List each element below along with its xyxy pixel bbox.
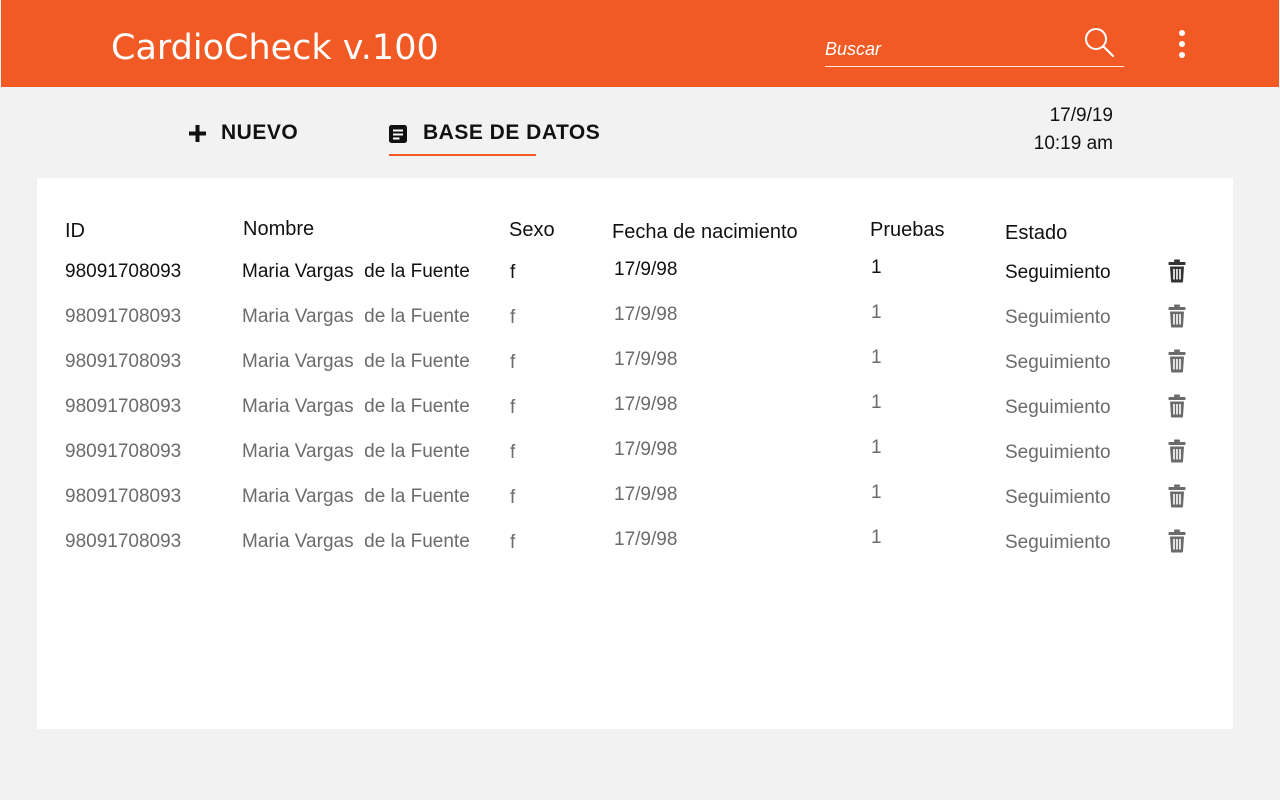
cell-id: 98091708093 — [65, 351, 182, 372]
cell-name: Maria Vargas de la Fuente — [242, 306, 470, 327]
cell-sex: f — [510, 397, 516, 418]
cell-birthdate: 17/9/98 — [614, 439, 678, 460]
column-header-name: Nombre — [243, 218, 315, 240]
table-row[interactable]: 98091708093 Maria Vargas de la Fuente f 17/… — [37, 527, 1233, 574]
cell-id: 98091708093 — [65, 486, 182, 507]
trash-icon[interactable] — [1168, 439, 1186, 463]
active-tab-indicator — [389, 154, 536, 156]
cell-status: Seguimiento — [1005, 532, 1111, 553]
cell-status: Seguimiento — [1005, 307, 1111, 328]
datetime: 17/9/19 10:19 am — [1034, 102, 1113, 158]
cell-birthdate: 17/9/98 — [614, 484, 678, 505]
plus-icon — [189, 125, 206, 142]
table-row[interactable]: 98091708093 Maria Vargas de la Fuente f 17/… — [37, 302, 1233, 349]
column-header-status: Estado — [1005, 222, 1068, 244]
search-input[interactable] — [825, 36, 1075, 62]
cell-sex: f — [510, 487, 516, 508]
cell-sex: f — [510, 307, 516, 328]
trash-icon[interactable] — [1168, 394, 1186, 418]
app-title: CardioCheck v.100 — [111, 28, 439, 68]
cell-id: 98091708093 — [65, 531, 182, 552]
more-vertical-icon[interactable] — [1171, 28, 1193, 60]
cell-name: Maria Vargas de la Fuente — [242, 486, 470, 507]
trash-icon[interactable] — [1168, 529, 1186, 553]
tab-new-label: NUEVO — [221, 121, 299, 144]
cell-tests: 1 — [871, 257, 882, 278]
cell-id: 98091708093 — [65, 441, 182, 462]
trash-icon[interactable] — [1168, 484, 1186, 508]
cell-tests: 1 — [871, 437, 882, 458]
cell-id: 98091708093 — [65, 261, 182, 282]
cell-tests: 1 — [871, 482, 882, 503]
tab-new[interactable]: NUEVO — [188, 118, 298, 158]
cell-sex: f — [510, 442, 516, 463]
table-row[interactable]: 98091708093 Maria Vargas de la Fuente f 17/… — [37, 257, 1233, 304]
cell-birthdate: 17/9/98 — [614, 259, 678, 280]
tab-database[interactable]: BASE DE DATOS — [388, 118, 600, 158]
patients-table-card: ID Nombre Sexo Fecha de nacimiento Prueb… — [37, 178, 1233, 729]
current-time: 10:19 am — [1033, 133, 1113, 154]
top-app-bar: CardioCheck v.100 — [1, 0, 1279, 87]
column-header-birthdate: Fecha de nacimiento — [612, 221, 798, 243]
cell-status: Seguimiento — [1005, 487, 1111, 508]
cell-name: Maria Vargas de la Fuente — [242, 441, 470, 462]
trash-icon[interactable] — [1168, 259, 1186, 283]
column-header-sex: Sexo — [509, 219, 555, 241]
current-date: 17/9/19 — [1049, 105, 1113, 126]
cell-tests: 1 — [871, 527, 882, 548]
cell-sex: f — [510, 532, 516, 553]
trash-icon[interactable] — [1168, 304, 1186, 328]
cell-status: Seguimiento — [1005, 442, 1111, 463]
tab-database-label: BASE DE DATOS — [423, 121, 601, 144]
search-icon[interactable] — [1082, 25, 1116, 59]
document-icon — [389, 125, 407, 143]
table-row[interactable]: 98091708093 Maria Vargas de la Fuente f 17/… — [37, 392, 1233, 439]
cell-name: Maria Vargas de la Fuente — [242, 396, 470, 417]
cell-birthdate: 17/9/98 — [614, 394, 678, 415]
cell-id: 98091708093 — [65, 306, 182, 327]
cell-tests: 1 — [871, 347, 882, 368]
app-window: CardioCheck v.100 NUEVO BASE DE DA — [0, 0, 1280, 800]
cell-id: 98091708093 — [65, 396, 182, 417]
cell-birthdate: 17/9/98 — [614, 529, 678, 550]
cell-status: Seguimiento — [1005, 352, 1111, 373]
search-box[interactable] — [825, 24, 1124, 67]
cell-sex: f — [510, 352, 516, 373]
trash-icon[interactable] — [1168, 349, 1186, 373]
cell-tests: 1 — [871, 392, 882, 413]
cell-name: Maria Vargas de la Fuente — [242, 531, 470, 552]
table-row[interactable]: 98091708093 Maria Vargas de la Fuente f 17/… — [37, 437, 1233, 484]
cell-status: Seguimiento — [1005, 397, 1111, 418]
cell-birthdate: 17/9/98 — [614, 349, 678, 370]
cell-status: Seguimiento — [1005, 262, 1111, 283]
table-row[interactable]: 98091708093 Maria Vargas de la Fuente f 17/… — [37, 347, 1233, 394]
cell-sex: f — [510, 262, 516, 283]
table-row[interactable]: 98091708093 Maria Vargas de la Fuente f 17/… — [37, 482, 1233, 529]
cell-name: Maria Vargas de la Fuente — [242, 261, 470, 282]
cell-birthdate: 17/9/98 — [614, 304, 678, 325]
column-header-tests: Pruebas — [870, 219, 945, 241]
cell-tests: 1 — [871, 302, 882, 323]
cell-name: Maria Vargas de la Fuente — [242, 351, 470, 372]
column-header-id: ID — [65, 220, 85, 242]
